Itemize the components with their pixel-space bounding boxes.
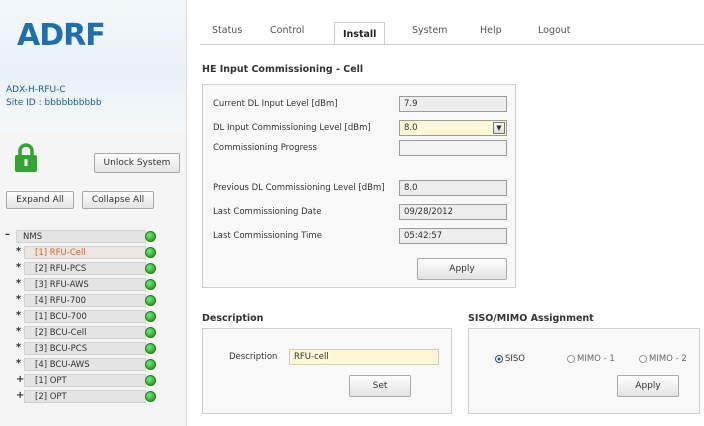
bullet-icon: * <box>16 310 22 321</box>
progress-label: Commissioning Progress <box>213 143 317 153</box>
bullet-icon: * <box>16 342 22 353</box>
status-dot-icon <box>145 279 156 290</box>
description-set-button[interactable]: Set <box>349 375 411 397</box>
tree-root-label: NMS <box>16 230 146 243</box>
tab-system[interactable]: System <box>412 25 447 36</box>
status-dot-icon <box>145 231 156 242</box>
tree-node[interactable]: * [4] BCU-AWS <box>0 357 170 373</box>
dl-commission-label: DL Input Commissioning Level [dBm] <box>213 123 371 133</box>
tab-divider <box>200 44 704 45</box>
collapse-all-button[interactable]: Collapse All <box>82 191 154 209</box>
bullet-icon: * <box>16 358 22 369</box>
current-dl-field: 7.9 <box>399 96 507 112</box>
tree-node[interactable]: * [1] BCU-700 <box>0 309 170 325</box>
description-label: Description <box>229 352 278 362</box>
tree-node[interactable]: * [1] RFU-Cell <box>0 245 170 261</box>
current-dl-label: Current DL Input Level [dBm] <box>213 99 338 109</box>
device-info: ADX-H-RFU-C Site ID : bbbbbbbbbb <box>6 84 102 110</box>
mimo2-radio-label: MIMO - 2 <box>649 354 687 364</box>
status-dot-icon <box>145 391 156 402</box>
status-dot-icon <box>145 375 156 386</box>
bullet-icon: * <box>16 294 22 305</box>
description-input[interactable]: RFU-cell <box>289 349 439 365</box>
status-dot-icon <box>145 311 156 322</box>
prev-commission-field: 8.0 <box>399 180 507 196</box>
description-title: Description <box>202 313 264 324</box>
unlock-system-button[interactable]: Unlock System <box>94 153 180 173</box>
tree-node-label[interactable]: [4] RFU-700 <box>24 294 146 307</box>
mimo2-radio[interactable] <box>639 355 647 363</box>
mimo1-radio[interactable] <box>567 355 575 363</box>
tree-node[interactable]: + [1] OPT <box>0 373 170 389</box>
tree-node-label[interactable]: [2] RFU-PCS <box>24 262 146 275</box>
dl-commission-value: 8.0 <box>404 123 418 133</box>
siso-mimo-title: SISO/MIMO Assignment <box>468 313 594 324</box>
tree-node-label[interactable]: [2] BCU-Cell <box>24 326 146 339</box>
date-field: 09/28/2012 <box>399 204 507 220</box>
tree-node[interactable]: * [3] BCU-PCS <box>0 341 170 357</box>
bullet-icon: * <box>16 326 22 337</box>
tab-help[interactable]: Help <box>480 25 502 36</box>
tree-node-label[interactable]: [1] BCU-700 <box>24 310 146 323</box>
tree-node[interactable]: * [4] RFU-700 <box>0 293 170 309</box>
tab-install[interactable]: Install <box>334 22 386 44</box>
expand-all-button[interactable]: Expand All <box>6 191 74 209</box>
tree-node-label[interactable]: [1] RFU-Cell <box>24 246 146 259</box>
tab-control[interactable]: Control <box>270 25 304 36</box>
tree-node[interactable]: * [2] RFU-PCS <box>0 261 170 277</box>
date-label: Last Commissioning Date <box>213 207 322 217</box>
siso-mimo-panel: SISO MIMO - 1 MIMO - 2 Apply <box>468 328 700 414</box>
tree-node-label[interactable]: [2] OPT <box>24 390 146 403</box>
status-dot-icon <box>145 359 156 370</box>
commissioning-panel: Current DL Input Level [dBm] 7.9 DL Inpu… <box>202 84 516 288</box>
main-tabs: Status Control Install System Help Logou… <box>186 22 704 44</box>
site-id: Site ID : bbbbbbbbbb <box>6 98 102 108</box>
mimo1-radio-label: MIMO - 1 <box>577 354 615 364</box>
collapse-toggle-icon[interactable]: – <box>5 229 10 240</box>
status-dot-icon <box>145 295 156 306</box>
status-dot-icon <box>145 247 156 258</box>
siso-radio-label: SISO <box>505 354 525 364</box>
tree-node-label[interactable]: [4] BCU-AWS <box>24 358 146 371</box>
tab-logout[interactable]: Logout <box>538 25 571 36</box>
tree-node[interactable]: * [2] BCU-Cell <box>0 325 170 341</box>
prev-commission-label: Previous DL Commissioning Level [dBm] <box>213 183 385 193</box>
description-panel: Description RFU-cell Set <box>202 328 452 414</box>
tree-node-label[interactable]: [1] OPT <box>24 374 146 387</box>
logo-text: ADRF <box>17 18 106 53</box>
status-dot-icon <box>145 263 156 274</box>
bullet-icon: * <box>16 262 22 273</box>
progress-bar <box>399 140 507 156</box>
status-dot-icon <box>145 343 156 354</box>
brand-logo: ADRF <box>17 18 106 53</box>
time-field: 05:42:57 <box>399 228 507 244</box>
left-sidebar: ADRF ADX-H-RFU-C Site ID : bbbbbbbbbb Un… <box>0 0 187 426</box>
chevron-down-icon[interactable]: ▼ <box>493 122 505 134</box>
siso-radio[interactable] <box>495 355 503 363</box>
tree-node[interactable]: + [2] OPT <box>0 389 170 405</box>
siso-apply-button[interactable]: Apply <box>617 375 679 397</box>
device-model: ADX-H-RFU-C <box>6 85 66 95</box>
tab-status[interactable]: Status <box>212 25 242 36</box>
bullet-icon: * <box>16 246 22 257</box>
brand-banner: ADRF ADX-H-RFU-C Site ID : bbbbbbbbbb <box>0 0 186 132</box>
tree-root[interactable]: – NMS <box>0 229 170 245</box>
commission-apply-button[interactable]: Apply <box>417 258 507 280</box>
bullet-icon: * <box>16 278 22 289</box>
tree-node-label[interactable]: [3] RFU-AWS <box>24 278 146 291</box>
dl-commission-select[interactable]: 8.0 ▼ <box>399 120 507 136</box>
tree-node-label[interactable]: [3] BCU-PCS <box>24 342 146 355</box>
commissioning-title: HE Input Commissioning - Cell <box>202 64 364 75</box>
lock-icon <box>15 143 37 172</box>
tree-node[interactable]: * [3] RFU-AWS <box>0 277 170 293</box>
time-label: Last Commissioning Time <box>213 231 322 241</box>
status-dot-icon <box>145 327 156 338</box>
